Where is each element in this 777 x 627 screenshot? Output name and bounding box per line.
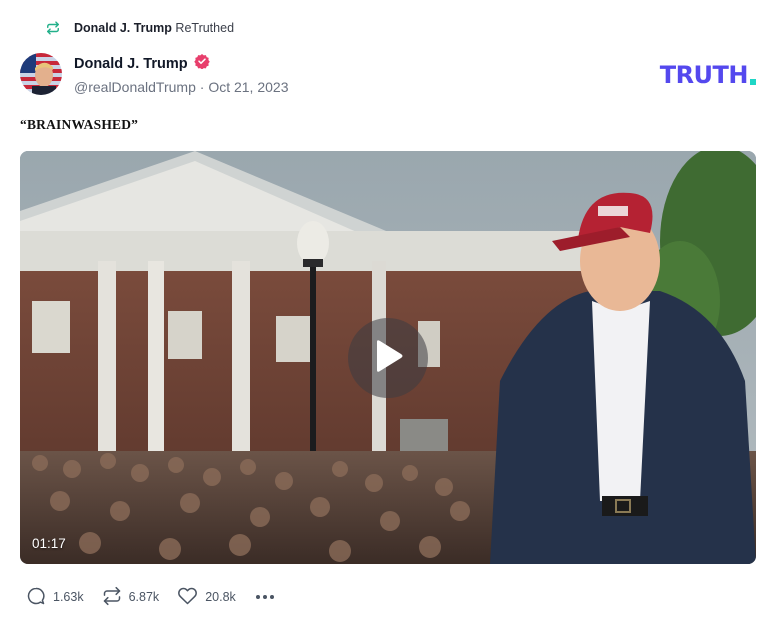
retruth-author-name[interactable]: Donald J. Trump	[74, 21, 172, 35]
play-icon	[371, 338, 405, 379]
reply-icon	[26, 586, 46, 609]
reply-count: 1.63k	[53, 590, 84, 604]
handle-date-separator: ·	[199, 79, 205, 95]
retruth-icon	[46, 21, 60, 35]
author-block: Donald J. Trump @realDonaldTrump · Oct 2…	[74, 53, 288, 95]
retruth-count: 6.87k	[128, 590, 160, 604]
post-header: Donald J. Trump @realDonaldTrump · Oct 2…	[20, 53, 288, 95]
video-player[interactable]: 01:17	[20, 151, 756, 564]
post-text: “BRAINWASHED”	[20, 117, 139, 132]
retruth-label: Donald J. Trump ReTruthed	[74, 21, 234, 35]
verified-badge-icon	[193, 53, 210, 74]
truth-logo-text: TRUTH	[659, 61, 749, 89]
retruth-button[interactable]: 6.87k	[102, 586, 160, 609]
post-action-bar: 1.63k 6.87k 20.8k	[26, 585, 276, 609]
author-name-line: Donald J. Trump	[74, 53, 288, 74]
avatar[interactable]	[20, 53, 62, 95]
author-handle-line: @realDonaldTrump · Oct 21, 2023	[74, 79, 288, 95]
retruth-action-icon	[102, 586, 122, 609]
post-date[interactable]: Oct 21, 2023	[208, 79, 288, 95]
author-handle[interactable]: @realDonaldTrump	[74, 79, 196, 95]
more-options-button[interactable]	[254, 591, 276, 603]
truth-logo-dot	[750, 79, 756, 85]
heart-icon	[177, 586, 198, 609]
retruth-attribution[interactable]: Donald J. Trump ReTruthed	[46, 18, 234, 38]
reply-button[interactable]: 1.63k	[26, 586, 84, 609]
truth-logo[interactable]: TRUTH	[660, 61, 756, 89]
author-display-name[interactable]: Donald J. Trump	[74, 56, 188, 72]
play-button[interactable]	[348, 318, 428, 398]
retruth-suffix: ReTruthed	[175, 21, 235, 35]
like-button[interactable]: 20.8k	[177, 586, 236, 609]
video-duration: 01:17	[32, 536, 66, 551]
like-count: 20.8k	[205, 590, 236, 604]
ellipsis-icon	[255, 595, 274, 599]
